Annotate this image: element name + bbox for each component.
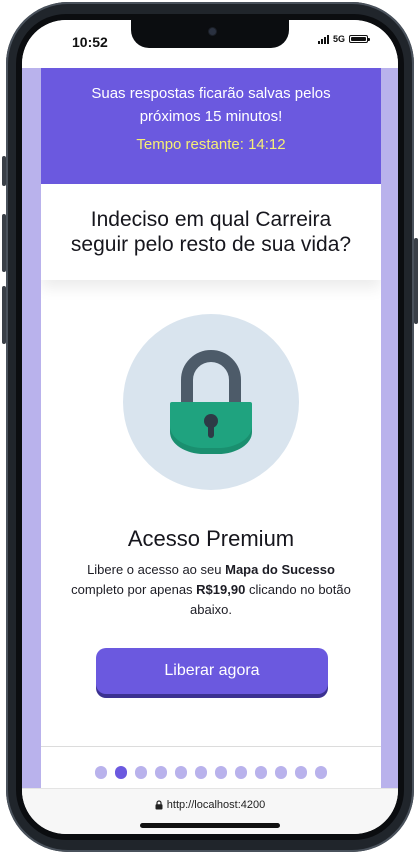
pagination-dot[interactable] [154,766,168,779]
product-name: Mapa do Sucesso [225,562,335,577]
status-indicators: 5G [317,34,370,44]
phone-screen: 10:52 5G Suas respostas ficarão salvas p… [22,20,398,834]
pagination-dot[interactable] [214,766,228,779]
pagination-dot[interactable] [194,766,208,779]
url-display[interactable]: http://localhost:4200 [22,799,398,811]
web-viewport[interactable]: Suas respostas ficarão salvas pelos próx… [22,68,398,788]
save-notice-message: Suas respostas ficarão salvas pelos próx… [91,85,331,125]
price: R$19,90 [196,582,246,597]
pagination-dot[interactable] [274,766,288,779]
pagination-dot-active[interactable] [114,766,128,779]
divider [41,746,381,747]
pagination-dot[interactable] [294,766,308,779]
battery-icon [349,35,370,43]
url-text: http://localhost:4200 [166,799,266,811]
question-heading: Indeciso em qual Carreira seguir pelo re… [41,184,381,280]
signal-icon [317,34,329,44]
network-type: 5G [332,34,345,44]
home-indicator[interactable] [140,823,280,828]
save-notice-banner: Suas respostas ficarão salvas pelos próx… [41,68,381,184]
pagination-dot[interactable] [254,766,268,779]
phone-mockup: 10:52 5G Suas respostas ficarão salvas p… [0,0,420,854]
pagination-dot[interactable] [314,766,328,779]
pagination-dots [41,766,381,779]
browser-url-bar[interactable]: http://localhost:4200 [22,788,398,834]
power-button [414,238,418,324]
pagination-dot[interactable] [94,766,108,779]
pagination-dot[interactable] [234,766,248,779]
status-time: 10:52 [72,34,108,50]
pagination-dot[interactable] [174,766,188,779]
front-camera [209,28,216,35]
lock-icon [155,800,163,810]
premium-description: Libere o acesso ao seu Mapa do Sucesso c… [71,562,351,617]
padlock-icon [123,314,299,490]
pagination-dot[interactable] [134,766,148,779]
countdown-timer: Tempo restante: 14:12 [136,136,286,153]
unlock-now-button[interactable]: Liberar agora [96,648,328,694]
content-card: Suas respostas ficarão salvas pelos próx… [41,68,381,788]
status-bar: 10:52 5G [22,20,398,68]
premium-title: Acesso Premium [127,526,295,551]
